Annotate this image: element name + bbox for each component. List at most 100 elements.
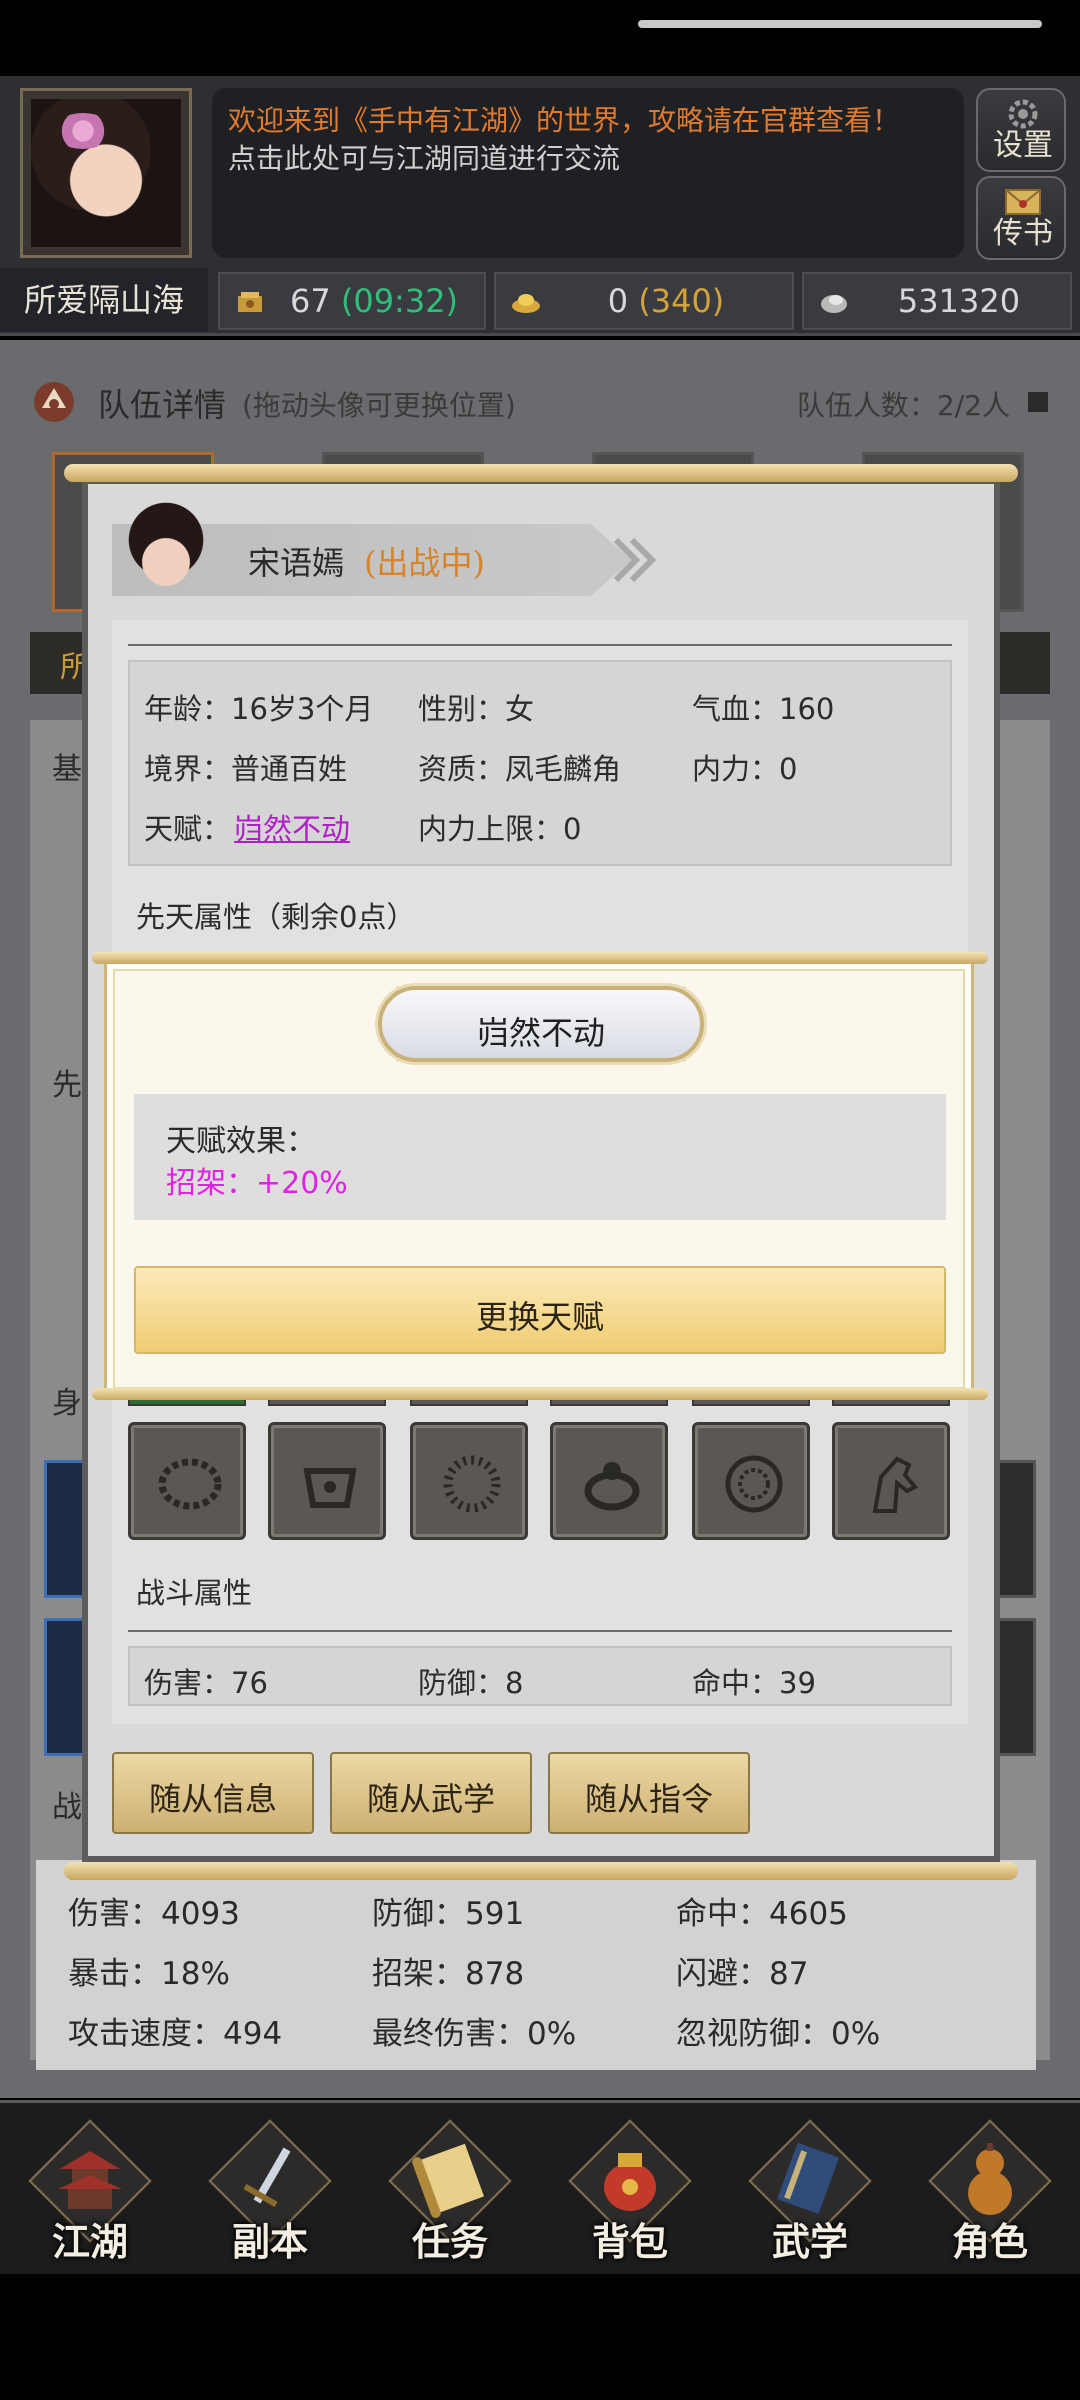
nav-character[interactable]: 角色 [924, 2119, 1056, 2265]
equip-slot-medallion[interactable] [692, 1422, 810, 1540]
stamina-icon [238, 292, 262, 312]
divider-top [128, 644, 952, 646]
combat-section-label: 战 [52, 1790, 82, 1825]
change-talent-button[interactable]: 更换天赋 [134, 1266, 946, 1354]
chevron-right-icon [613, 537, 657, 583]
team-count: 队伍人数：2/2人 [796, 389, 1010, 422]
innate-attr-label: 先天属性（剩余0点） [136, 900, 416, 934]
companion-inner-power: 内力：0 [692, 752, 798, 786]
equip-slot-necklace[interactable] [128, 1422, 246, 1540]
bg-skill-card-1[interactable] [44, 1460, 86, 1598]
necklace-icon [158, 1458, 222, 1510]
companion-talent-link[interactable]: 岿然不动 [234, 806, 350, 848]
companion-status: (出战中) [364, 544, 485, 582]
attr-section-label: 先 [52, 1068, 82, 1103]
hair-flower-icon [53, 113, 113, 149]
ring-icon [584, 1462, 640, 1511]
settings-button[interactable]: 设置 [976, 88, 1066, 172]
companion-martial-button[interactable]: 随从武学 [330, 1752, 532, 1834]
bg-skill-card-2[interactable] [44, 1618, 86, 1756]
game-screen: 欢迎来到《手中有江湖》的世界，攻略请在官群查看！ 点击此处可与江湖同道进行交流 … [0, 0, 1080, 2400]
companion-combat-box: 伤害：76 防御：8 命中：39 [128, 1646, 952, 1706]
companion-defense: 防御：8 [418, 1666, 524, 1700]
team-stat-parry: 招架：878 [372, 1956, 525, 1992]
mail-button[interactable]: 传书 [976, 176, 1066, 260]
companion-name: 宋语嫣 [248, 544, 345, 582]
companion-gender: 性别：女 [418, 692, 535, 726]
popup-rod-bottom [92, 1388, 988, 1400]
combat-attr-label: 战斗属性 [136, 1576, 253, 1610]
bead-bracelet-icon [443, 1455, 501, 1513]
team-stat-ignore-defense: 忽视防御：0% [676, 2016, 881, 2052]
equip-slot-mount[interactable] [832, 1422, 950, 1540]
team-stats-box: 伤害：4093 防御：591 命中：4605 暴击：18% 招架：878 闪避：… [36, 1860, 1036, 2070]
player-name-bar: 所爱隔山海 [0, 268, 208, 332]
companion-talent-label: 天赋： [144, 812, 232, 846]
nav-label-character: 角色 [951, 2219, 1028, 2264]
equip-slot-ring[interactable] [550, 1422, 668, 1540]
companion-aptitude: 资质：凤毛麟角 [418, 752, 622, 786]
silver-icon [821, 295, 847, 313]
stamina-resource[interactable]: 67 (09:32) [218, 272, 486, 330]
basic-section-label: 基 [52, 752, 82, 787]
nav-martial[interactable]: 武学 [744, 2119, 876, 2265]
equip-slot-bracer[interactable] [268, 1422, 386, 1540]
equip-slot-beads[interactable] [410, 1422, 528, 1540]
team-stat-crit: 暴击：18% [68, 1956, 230, 1992]
team-hint: (拖动头像可更换位置) [242, 389, 516, 422]
silver-value: 531320 [897, 282, 1021, 320]
modal-rod-bottom [64, 1862, 1018, 1880]
announcement-line2: 点击此处可与江湖同道进行交流 [228, 142, 621, 175]
nav-label-quest: 任务 [411, 2219, 488, 2264]
horse-icon [872, 1456, 919, 1513]
gold-resource[interactable]: 0 (340) [494, 272, 794, 330]
bracer-icon [303, 1468, 357, 1508]
gold-ingot-icon [512, 294, 540, 313]
companion-age: 年龄：16岁3个月 [144, 692, 374, 726]
team-square-icon [1028, 392, 1048, 412]
stamina-timer: (09:32) [340, 282, 459, 320]
team-stat-hit: 命中：4605 [676, 1896, 848, 1932]
nav-quest[interactable]: 任务 [384, 2119, 516, 2265]
talent-title: 岿然不动 [476, 1014, 605, 1052]
companion-hp: 气血：160 [692, 692, 835, 726]
bg-skill-card-3[interactable] [996, 1460, 1036, 1598]
talent-title-pill: 岿然不动 [378, 986, 704, 1062]
team-stat-final-damage: 最终伤害：0% [372, 2016, 577, 2052]
team-stat-attack-speed: 攻击速度：494 [68, 2016, 283, 2052]
player-avatar[interactable] [20, 88, 192, 258]
talent-effect-title: 天赋效果： [166, 1124, 316, 1159]
team-stat-damage: 伤害：4093 [68, 1896, 240, 1932]
nav-jianghu[interactable]: 江湖 [24, 2119, 156, 2265]
nav-bag[interactable]: 背包 [564, 2119, 696, 2265]
nav-label-martial: 武学 [771, 2219, 848, 2264]
modal-rod-top [64, 464, 1018, 482]
nav-label-dungeon: 副本 [231, 2219, 308, 2264]
bg-skill-card-4[interactable] [996, 1618, 1036, 1756]
silver-resource[interactable]: 531320 [802, 272, 1072, 330]
divider-combat [128, 1630, 952, 1632]
team-header: 队伍详情 (拖动头像可更换位置) 队伍人数：2/2人 [30, 370, 1050, 440]
companion-info-box: 年龄：16岁3个月 性别：女 气血：160 境界：普通百姓 资质：凤毛麟角 内力… [128, 660, 952, 866]
mail-label: 传书 [993, 216, 1053, 251]
nav-label-jianghu: 江湖 [51, 2219, 128, 2264]
team-emblem-icon [34, 382, 74, 422]
companion-command-label: 随从指令 [584, 1780, 713, 1818]
nav-label-bag: 背包 [591, 2219, 668, 2264]
change-talent-label: 更换天赋 [475, 1298, 604, 1336]
popup-rod-top [92, 952, 988, 964]
team-stat-dodge: 闪避：87 [676, 1956, 809, 1992]
companion-damage: 伤害：76 [144, 1666, 268, 1700]
companion-command-button[interactable]: 随从指令 [548, 1752, 750, 1834]
companion-info-button[interactable]: 随从信息 [112, 1752, 314, 1834]
nav-dungeon[interactable]: 副本 [204, 2119, 336, 2265]
companion-inner-power-max: 内力上限：0 [418, 812, 582, 846]
announcement-box[interactable]: 欢迎来到《手中有江湖》的世界，攻略请在官群查看！ 点击此处可与江湖同道进行交流 [212, 88, 964, 258]
settings-label: 设置 [993, 128, 1053, 163]
companion-avatar [118, 500, 214, 600]
talent-effect-value: 招架：+20% [166, 1166, 348, 1201]
companion-martial-label: 随从武学 [366, 1780, 495, 1818]
companion-realm: 境界：普通百姓 [144, 752, 348, 786]
home-indicator [638, 20, 1042, 28]
body-section-label: 身 [52, 1386, 82, 1421]
